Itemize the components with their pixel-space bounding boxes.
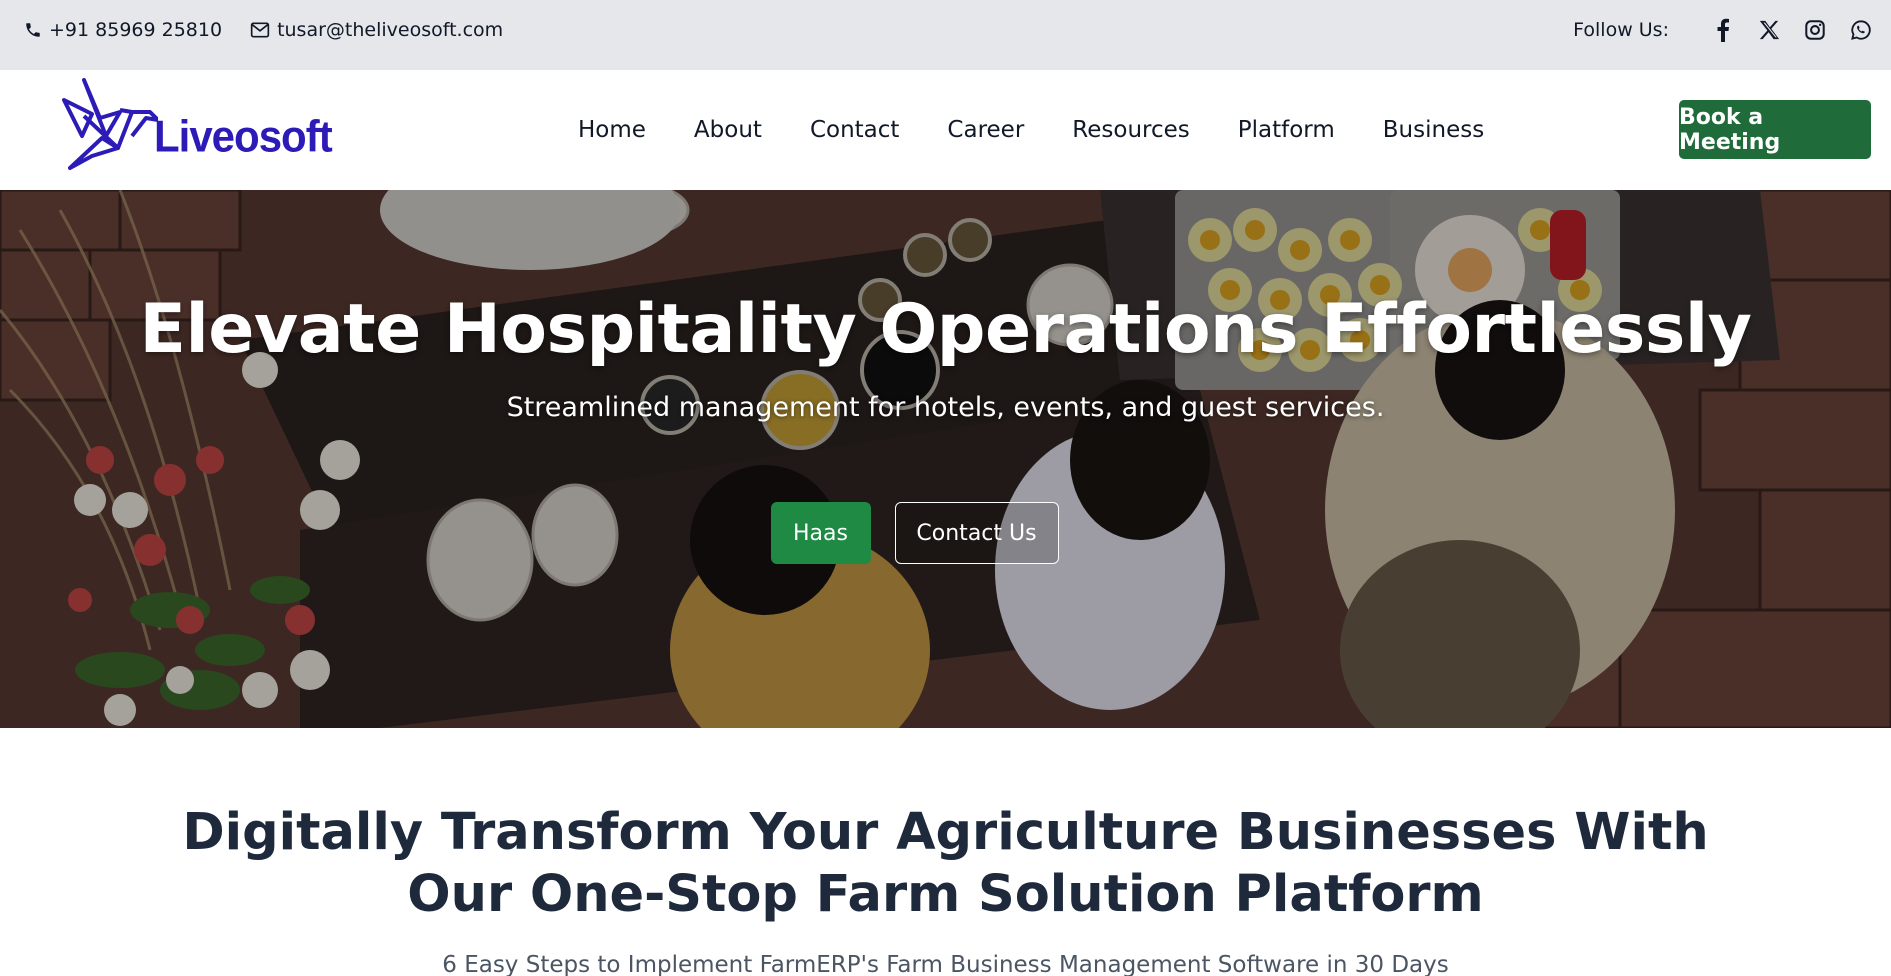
top-bar: +91 85969 25810 tusar@theliveosoft.com F… (0, 0, 1891, 70)
nav-item-resources[interactable]: Resources (1072, 117, 1189, 143)
phone-number: +91 85969 25810 (49, 19, 223, 41)
envelope-icon (250, 22, 270, 38)
haas-button[interactable]: Haas (770, 502, 871, 564)
main-navbar: Liveosoft Home About Contact Career Reso… (0, 70, 1891, 190)
brand-logo[interactable]: Liveosoft (62, 74, 333, 174)
section-title-line2: Our One-Stop Farm Solution Platform (407, 865, 1484, 924)
nav-item-career[interactable]: Career (947, 117, 1024, 143)
hero-buttons: Haas Contact Us (0, 502, 1891, 564)
nav-item-business[interactable]: Business (1383, 117, 1484, 143)
hero-content: Elevate Hospitality Operations Effortles… (0, 190, 1891, 728)
facebook-icon[interactable] (1711, 18, 1735, 42)
email-address: tusar@theliveosoft.com (277, 19, 504, 41)
nav-item-platform[interactable]: Platform (1238, 117, 1335, 143)
phone-contact[interactable]: +91 85969 25810 (24, 19, 222, 41)
brand-name: Liveosoft (154, 111, 333, 162)
social-links: Follow Us: (1573, 0, 1873, 60)
section-title: Digitally Transform Your Agriculture Bus… (0, 802, 1891, 926)
section-title-line1: Digitally Transform Your Agriculture Bus… (182, 803, 1709, 862)
phone-icon (26, 23, 40, 37)
book-meeting-button[interactable]: Book a Meeting (1679, 100, 1871, 159)
whatsapp-icon[interactable] (1849, 18, 1873, 42)
nav-item-about[interactable]: About (694, 117, 762, 143)
instagram-icon[interactable] (1803, 18, 1827, 42)
hero-banner: Elevate Hospitality Operations Effortles… (0, 190, 1891, 728)
contact-us-button[interactable]: Contact Us (894, 502, 1059, 564)
crane-logo-icon (62, 78, 158, 170)
platform-intro-section: Digitally Transform Your Agriculture Bus… (0, 728, 1891, 976)
x-icon[interactable] (1757, 18, 1781, 42)
contact-info: +91 85969 25810 tusar@theliveosoft.com (24, 0, 531, 60)
nav-item-contact[interactable]: Contact (810, 117, 899, 143)
hero-subtitle: Streamlined management for hotels, event… (506, 392, 1385, 423)
section-subtitle: 6 Easy Steps to Implement FarmERP's Farm… (442, 952, 1449, 976)
email-contact[interactable]: tusar@theliveosoft.com (250, 19, 503, 41)
primary-nav: Home About Contact Career Resources Plat… (578, 70, 1532, 190)
follow-us-label: Follow Us: (1573, 19, 1669, 41)
nav-item-home[interactable]: Home (578, 117, 646, 143)
hero-title: Elevate Hospitality Operations Effortles… (139, 290, 1753, 369)
